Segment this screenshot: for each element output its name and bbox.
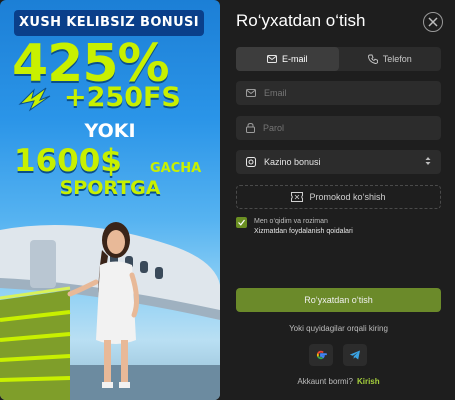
promo-banner: XUSH KELIBSIZ BONUSI 425% +250FS YOKI 16… <box>0 0 220 400</box>
promo-illustration <box>0 222 220 400</box>
promo-amount: 1600$ <box>14 143 122 179</box>
promo-gacha: GACHA <box>150 161 202 176</box>
bonus-select[interactable]: Kazino bonusi <box>236 150 441 174</box>
modal-title: Ro‘yxatdan o‘tish <box>236 11 366 30</box>
promo-freespins: +250FS <box>64 82 181 113</box>
google-icon <box>316 350 327 360</box>
email-field[interactable] <box>264 88 414 98</box>
mail-icon <box>246 89 256 97</box>
tab-email-label: E-mail <box>281 54 308 64</box>
phone-icon <box>367 54 378 64</box>
telegram-login-button[interactable] <box>343 344 367 366</box>
promo-code-label: Promokod ko‘shish <box>309 192 386 202</box>
terms-link[interactable]: Xizmatdan foydalanish qoidalari <box>254 227 353 237</box>
tab-phone-label: Telefon <box>382 54 412 64</box>
login-prompt: Akkaunt bormi? Kirish <box>236 377 441 386</box>
telegram-icon <box>349 350 360 360</box>
promo-or: YOKI <box>84 120 136 142</box>
login-link[interactable]: Kirish <box>357 377 380 386</box>
tab-phone[interactable]: Telefon <box>339 47 442 71</box>
email-field-wrapper <box>236 81 441 105</box>
password-field[interactable] <box>263 123 413 133</box>
chevron-updown-icon <box>425 157 431 165</box>
lightning-icon <box>18 87 51 112</box>
bonus-select-value: Kazino bonusi <box>264 157 321 167</box>
bonus-icon <box>246 157 256 167</box>
terms-checkbox[interactable] <box>236 217 247 228</box>
ticket-icon <box>291 192 304 202</box>
register-button[interactable]: Ro‘yxatdan o‘tish <box>236 288 441 312</box>
password-field-wrapper <box>236 116 441 140</box>
google-login-button[interactable] <box>309 344 333 366</box>
tab-email[interactable]: E-mail <box>236 47 339 71</box>
add-promo-code-button[interactable]: Promokod ko‘shish <box>236 185 441 209</box>
auth-method-tabs: E-mail Telefon <box>236 47 441 71</box>
registration-modal: Ro‘yxatdan o‘tish E-mail Telefon Email K… <box>226 0 455 400</box>
terms-text: Men o‘qidim va roziman <box>254 218 328 225</box>
lock-icon <box>246 123 255 133</box>
mail-icon <box>266 55 277 63</box>
close-icon <box>428 17 438 27</box>
close-button[interactable] <box>423 12 443 32</box>
promo-header: XUSH KELIBSIZ BONUSI <box>14 10 204 36</box>
account-question: Akkaunt bormi? <box>297 377 353 386</box>
alt-login-text: Yoki quyidagilar orqali kiring <box>289 324 388 333</box>
checkmark-icon <box>238 219 245 226</box>
